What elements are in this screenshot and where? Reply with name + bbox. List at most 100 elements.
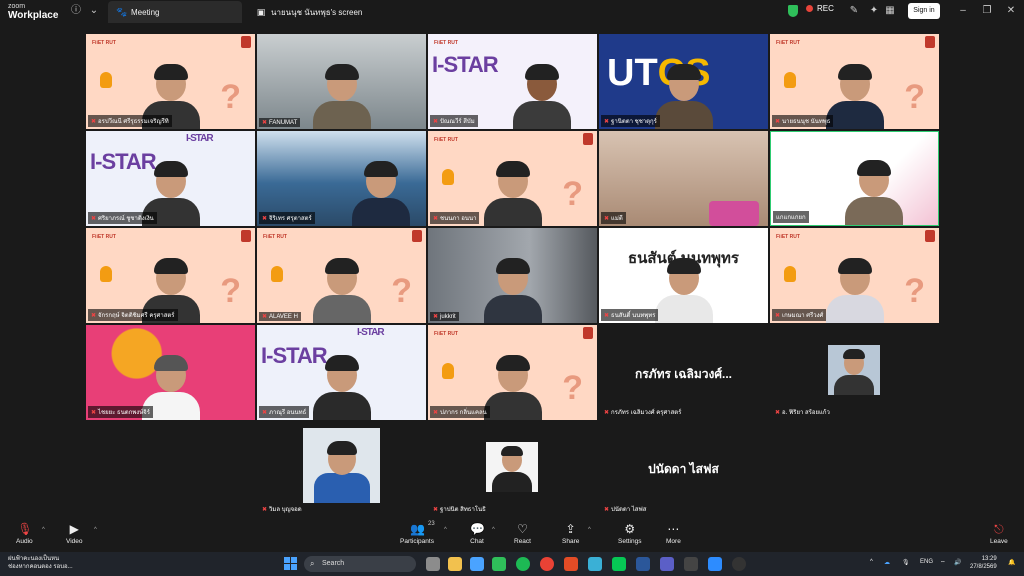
participant-video <box>654 258 713 323</box>
weather-widget[interactable]: ฝนฟ้าคะนองเป็นหน ช่องหากคอนตอง รอบอ... <box>8 555 73 571</box>
participants-icon: 👥 <box>409 522 425 536</box>
word-icon[interactable] <box>636 557 650 571</box>
security-shield-icon[interactable] <box>788 5 798 17</box>
participant-video <box>312 64 371 129</box>
system-clock[interactable]: 13:29 27/8/2569 <box>970 555 997 571</box>
video-tile[interactable]: UTCS ✖ฐานิตตา ชุชาตุกุร์ <box>599 34 768 129</box>
audio-options-caret[interactable]: ^ <box>42 527 45 533</box>
share-options-caret[interactable]: ^ <box>588 527 591 533</box>
tray-overflow-icon[interactable]: ^ <box>870 559 873 565</box>
close-button[interactable]: ✕ <box>1004 4 1018 18</box>
tab-shared-screen[interactable]: ▣ นายนนุช นันทพุธ's screen <box>248 1 398 23</box>
video-tile[interactable]: FiiET RUT ? ✖ จักรกฤษ์ จิตติชิมศรี ครุศาส… <box>86 228 255 323</box>
participant-name: ✖ ALAVEE H <box>259 312 301 321</box>
store-icon[interactable] <box>470 557 484 571</box>
video-options-caret[interactable]: ^ <box>94 527 97 533</box>
participant-video <box>512 64 571 129</box>
cloud-icon[interactable]: ☁ <box>884 559 890 566</box>
participant-name: ✖ ศริยาภรณ์ ชูชาติงเงิน <box>88 212 157 224</box>
media-player-icon[interactable] <box>732 557 746 571</box>
avatar-tile[interactable]: ✖ อ. ฟิริยา สร้อยแก้ว <box>770 325 939 420</box>
react-button[interactable]: ♡ React <box>514 522 531 545</box>
settings-button[interactable]: ⚙ Settings <box>618 522 642 545</box>
info-icon[interactable]: ⓘ <box>70 5 82 17</box>
chrome-icon[interactable] <box>540 557 554 571</box>
university-logo-icon <box>412 230 422 242</box>
volume-icon[interactable]: 🔊 <box>954 559 961 566</box>
chat-options-caret[interactable]: ^ <box>492 527 495 533</box>
minimize-button[interactable]: – <box>956 4 970 18</box>
mic-muted-icon: ✖ <box>262 314 268 320</box>
name-only-tile[interactable]: กรภัทร เฉลิมวงศ์... ✖ กรภัทร เฉลิมวงศ์ คร… <box>599 325 768 420</box>
wifi-icon[interactable]: ⌔ <box>940 559 946 567</box>
app-dark-icon[interactable] <box>684 557 698 571</box>
video-tile[interactable]: I-STAR I-STAR ✖ ศริยาภรณ์ ชูชาติงเงิน <box>86 131 255 226</box>
teams-icon[interactable] <box>660 557 674 571</box>
chat-button[interactable]: 💬 Chat <box>470 522 485 545</box>
taskbar-search-input[interactable]: ⌕ Search <box>304 556 416 572</box>
university-logo-icon <box>241 36 251 48</box>
video-tile[interactable]: FiiET RUT ? ✖ ALAVEE H <box>257 228 426 323</box>
video-tile[interactable]: I-STAR I-STAR ✖ ภาณุรี อนนทธ์ <box>257 325 426 420</box>
app-green-icon[interactable] <box>492 557 506 571</box>
app-orange-icon[interactable] <box>564 557 578 571</box>
university-logo-icon <box>925 36 935 48</box>
tab-meeting[interactable]: 🐾 Meeting <box>108 1 242 23</box>
audio-button[interactable]: 🎙 Audio <box>16 522 33 545</box>
video-tile[interactable]: FiiET RUT ? ✖ ปภากร กลิ่นแคลน <box>428 325 597 420</box>
leave-button[interactable]: ⎋ Leave <box>990 522 1008 545</box>
magic-wand-icon[interactable]: ✎ <box>848 5 860 17</box>
mic-muted-icon: ✖ <box>775 313 781 319</box>
mic-muted-icon: ✖ <box>91 410 97 416</box>
zoom-taskbar-icon[interactable] <box>708 557 722 571</box>
name-only-tile[interactable]: ปนัดดา ไสฟส ✖ ปนัดดา ไสฟส <box>599 422 768 517</box>
sparkle-icon[interactable]: ✦ <box>868 5 880 17</box>
video-tile[interactable]: ธนสันต์ นนทพุทร ✖ ธนสันติ์ นนทพุทร <box>599 228 768 323</box>
participant-name: ✖ ฐานิตตา ชุชาตุกุร์ <box>601 115 660 127</box>
university-logo-icon <box>583 327 593 339</box>
video-tile[interactable]: ✖ แม่ตี <box>599 131 768 226</box>
more-button[interactable]: ⋯ More <box>666 522 681 545</box>
mic-tray-icon[interactable]: 🎙 <box>902 559 910 566</box>
mic-muted-icon: ✖ <box>91 119 97 125</box>
video-tile[interactable]: FiiET RUT I-STAR ✖ ปัณณวีร์ สีบัม <box>428 34 597 129</box>
share-button[interactable]: ⇪ Share <box>562 522 579 545</box>
video-tile[interactable]: ✖ ไชยยะ ธนตกพงษ์จิร์ <box>86 325 255 420</box>
gear-icon: ⚙ <box>624 522 636 536</box>
video-tile[interactable]: ✖ jukkrit <box>428 228 597 323</box>
file-explorer-icon[interactable] <box>448 557 462 571</box>
restore-button[interactable]: ❐ <box>980 4 994 18</box>
windows-start-icon[interactable] <box>284 557 298 571</box>
avatar-tile[interactable]: ✖ วิมล บุญจอด <box>257 422 426 517</box>
mic-muted-icon: ✖ <box>262 507 268 513</box>
sign-in-button[interactable]: Sign in <box>908 3 940 19</box>
recording-indicator[interactable]: REC <box>806 4 834 13</box>
avatar-tile[interactable]: ✖ ฐาปนิต สิทธาโนธิ <box>428 422 597 517</box>
video-tile[interactable]: FiiET RUT ? ✖ เกษมณา ศรีวงศ์ <box>770 228 939 323</box>
participants-options-caret[interactable]: ^ <box>444 527 447 533</box>
video-tile[interactable]: FiiET RUT ? ✖ ชนนภา อนนา <box>428 131 597 226</box>
participant-name: ✖ อรปวีณนี ศรีรุธรรมเจริญรีทิ <box>88 115 172 127</box>
leave-door-icon: ⎋ <box>994 522 1004 536</box>
participant-video <box>483 355 542 420</box>
spotify-icon[interactable] <box>516 557 530 571</box>
lightbulb-icon <box>100 72 112 88</box>
video-tile[interactable]: ✖ FANUMAT <box>257 34 426 129</box>
camera-app-icon[interactable] <box>426 557 440 571</box>
mic-muted-icon: ✖ <box>433 314 439 320</box>
chevron-down-icon[interactable]: ⌄ <box>88 5 100 17</box>
layout-icon[interactable]: ▦ <box>884 5 896 17</box>
video-tile[interactable]: ✖ จิริเทร ศรุตาสตร์ <box>257 131 426 226</box>
video-button[interactable]: ▶ Video <box>66 522 83 545</box>
notification-bell-icon[interactable]: 🔔 <box>1008 559 1015 566</box>
line-icon[interactable] <box>612 557 626 571</box>
video-tile[interactable]: FiiET RUT ? ✖ อรปวีณนี ศรีรุธรรมเจริญรีทิ <box>86 34 255 129</box>
participant-video <box>844 160 903 225</box>
participant-name: ✖ jukkrit <box>430 312 459 321</box>
mic-muted-icon: ✖ <box>433 119 439 125</box>
video-tile-active-speaker[interactable]: แกแกแกยก <box>770 131 939 226</box>
participant-name: ✖ ภาณุรี อนนทธ์ <box>259 406 310 418</box>
video-tile[interactable]: FiiET RUT ? ✖ นายธนนุช นันทพุธ <box>770 34 939 129</box>
mic-muted-icon: ✖ <box>262 410 268 416</box>
notes-icon[interactable] <box>588 557 602 571</box>
